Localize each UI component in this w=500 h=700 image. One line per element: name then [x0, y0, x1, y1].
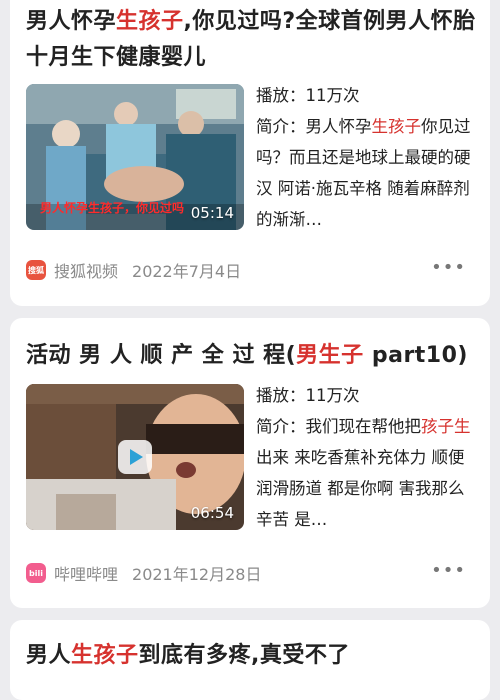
plays-label: 播放： [256, 86, 306, 105]
plays-label: 播放： [256, 386, 306, 405]
highlight-keyword: 生孩子 [371, 117, 422, 136]
plays-row: 播放：11万次 [256, 380, 476, 411]
intro-label: 简介： [256, 117, 306, 136]
video-info: 播放：11万次 简介：我们现在帮他把孩子生出来 来吃香蕉补充体力 顺便润滑肠道 … [256, 380, 476, 535]
intro-text: 简介：男人怀孕生孩子你见过吗？而且还是地球上最硬的硬汉 阿诺·施瓦辛格 随着麻醉… [256, 111, 476, 235]
source-name[interactable]: 哔哩哔哩 [54, 561, 118, 585]
text-fragment: 我们现在帮他把 [305, 417, 422, 436]
result-meta: 搜狐 搜狐视频 2022年7月4日 ••• [26, 258, 476, 282]
more-options-icon[interactable]: ••• [431, 258, 466, 278]
highlight-keyword: 生孩子 [71, 643, 139, 668]
text-fragment: 活动 男 人 顺 产 全 过 程( [26, 343, 297, 368]
video-duration: 05:14 [190, 204, 234, 222]
intro-text: 简介：我们现在帮他把孩子生出来 来吃香蕉补充体力 顺便润滑肠道 都是你啊 害我那… [256, 411, 476, 535]
text-fragment: 出来 来吃香蕉补充体力 顺便润滑肠道 都是你啊 害我那么辛苦 是… [256, 448, 465, 529]
video-thumbnail[interactable]: 男人怀孕生孩子，你见过吗 05:14 [26, 84, 244, 230]
bilibili-icon: bili [26, 563, 46, 583]
plays-value: 11万次 [305, 386, 360, 405]
text-fragment: 男人 [26, 643, 72, 668]
video-caption: 男人怀孕生孩子，你见过吗 [40, 201, 185, 215]
text-fragment: part10) [363, 343, 468, 368]
publish-date: 2021年12月28日 [132, 565, 262, 584]
highlight-keyword: 孩子生 [421, 417, 471, 436]
source-name[interactable]: 搜狐视频 [54, 258, 118, 282]
highlight-keyword: 男生子 [296, 343, 364, 368]
result-title[interactable]: 活动 男 人 顺 产 全 过 程(男生子 part10) [26, 338, 476, 374]
result-meta: bili 哔哩哔哩 2021年12月28日 ••• [26, 561, 476, 585]
sohu-video-icon: 搜狐 [26, 260, 46, 280]
result-card-3[interactable]: 男人生孩子到底有多疼,真受不了 [10, 620, 490, 700]
result-title[interactable]: 男人怀孕生孩子,你见过吗?全球首例男人怀胎十月生下健康婴儿 [26, 4, 476, 76]
highlight-keyword: 生孩子 [116, 9, 184, 34]
more-options-icon[interactable]: ••• [431, 561, 466, 581]
intro-label: 简介： [256, 417, 306, 436]
text-fragment: 男人怀孕 [305, 117, 372, 136]
video-info: 播放：11万次 简介：男人怀孕生孩子你见过吗？而且还是地球上最硬的硬汉 阿诺·施… [256, 80, 476, 235]
result-card-1[interactable]: 男人怀孕生孩子,你见过吗?全球首例男人怀胎十月生下健康婴儿 男人怀孕生孩子，你见… [10, 0, 490, 306]
play-icon[interactable] [118, 440, 152, 474]
video-duration: 06:54 [190, 504, 234, 522]
result-card-2[interactable]: 活动 男 人 顺 产 全 过 程(男生子 part10) 06:54 播放：11… [10, 318, 490, 608]
text-fragment: 到底有多疼,真受不了 [138, 643, 350, 668]
publish-date: 2022年7月4日 [132, 262, 242, 281]
plays-row: 播放：11万次 [256, 80, 476, 111]
video-thumbnail[interactable]: 06:54 [26, 384, 244, 530]
plays-value: 11万次 [305, 86, 360, 105]
result-title[interactable]: 男人生孩子到底有多疼,真受不了 [26, 638, 476, 674]
text-fragment: 男人怀孕 [26, 9, 117, 34]
